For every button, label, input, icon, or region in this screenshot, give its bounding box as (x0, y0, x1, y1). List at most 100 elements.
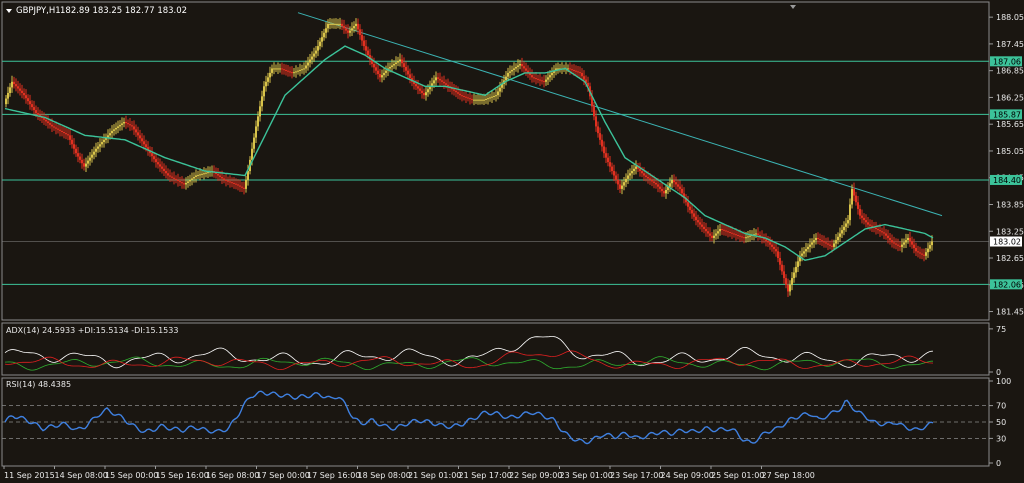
candle-body (643, 173, 645, 176)
candle-body (687, 202, 689, 207)
candle-body (177, 179, 179, 182)
candle-body (497, 91, 499, 96)
candle-body (517, 65, 519, 67)
candle-body (273, 68, 275, 70)
candle-body (241, 186, 243, 188)
candle-body (611, 166, 613, 172)
candle-body (609, 162, 611, 167)
candle-body (471, 98, 473, 100)
candle-body (165, 171, 167, 174)
candle-body (675, 182, 677, 185)
candle-body (305, 65, 307, 69)
candle-body (195, 175, 197, 177)
candle-body (311, 56, 313, 60)
candle-body (747, 236, 749, 238)
candle-body (393, 63, 395, 66)
candle-body (875, 227, 877, 230)
candle-body (797, 261, 799, 267)
candle-body (191, 178, 193, 180)
level-badge-label: 182.06 (993, 280, 1021, 289)
candle-body (615, 175, 617, 180)
candle-body (711, 235, 713, 238)
price-tick-label: 186.25 (996, 93, 1024, 102)
candle-body (341, 23, 343, 27)
time-tick-label: 27 Sep 18:00 (762, 471, 815, 480)
candle-body (427, 89, 429, 93)
candle-body (61, 130, 63, 133)
candle-body (877, 229, 879, 231)
candle-body (737, 234, 739, 236)
candle-body (409, 74, 411, 79)
candle-body (407, 70, 409, 75)
candle-body (221, 176, 223, 179)
candle-body (469, 98, 471, 100)
candle-body (521, 63, 523, 67)
candle-body (325, 28, 327, 33)
candle-body (777, 251, 779, 259)
candle-body (891, 240, 893, 243)
candle-body (271, 68, 273, 73)
time-tick-label: 14 Sep 08:00 (55, 471, 108, 480)
candle-body (89, 157, 91, 161)
time-tick-label: 15 Sep 16:00 (156, 471, 209, 480)
candle-body (461, 95, 463, 97)
candle-body (169, 175, 171, 177)
candle-body (573, 69, 575, 71)
candle-body (319, 41, 321, 47)
candle-body (669, 183, 671, 187)
candle-body (261, 96, 263, 107)
candle-body (627, 175, 629, 179)
candle-body (681, 188, 683, 194)
candle-body (617, 179, 619, 185)
candle-body (189, 179, 191, 182)
candle-body (255, 126, 257, 138)
candle-body (715, 233, 717, 236)
candle-body (135, 129, 137, 133)
candle-body (857, 202, 859, 209)
candle-body (9, 87, 11, 93)
current-price-label: 183.02 (993, 238, 1021, 247)
candle-body (103, 139, 105, 143)
candle-body (923, 254, 925, 256)
candle-body (295, 71, 297, 73)
candle-body (425, 92, 427, 96)
candle-body (483, 99, 485, 101)
candle-body (223, 178, 225, 180)
candle-body (869, 224, 871, 226)
candle-body (853, 188, 855, 196)
candle-body (397, 61, 399, 63)
candle-body (197, 174, 199, 176)
candle-body (365, 46, 367, 51)
candle-body (321, 37, 323, 42)
candle-body (35, 110, 37, 114)
candle-body (635, 166, 637, 169)
candle-body (217, 174, 219, 176)
price-tick-label: 181.45 (996, 308, 1024, 317)
candle-body (91, 154, 93, 158)
candle-body (793, 272, 795, 279)
candle-body (353, 26, 355, 29)
candle-body (111, 130, 113, 134)
candle-body (745, 237, 747, 239)
candle-body (661, 188, 663, 192)
time-tick-label: 21 Sep 17:00 (459, 471, 512, 480)
candle-body (293, 72, 295, 74)
candle-body (775, 249, 777, 252)
candle-body (125, 121, 127, 124)
candle-body (323, 32, 325, 38)
candle-body (55, 127, 57, 129)
candle-body (145, 144, 147, 148)
candle-body (5, 98, 7, 105)
candle-body (727, 231, 729, 233)
candle-body (417, 86, 419, 89)
candle-body (641, 171, 643, 174)
candle-body (599, 133, 601, 140)
candle-body (377, 70, 379, 75)
candle-body (879, 230, 881, 232)
candle-body (71, 139, 73, 145)
candle-body (467, 97, 469, 99)
candle-body (33, 107, 35, 111)
candle-body (171, 176, 173, 178)
candle-body (619, 184, 621, 189)
candle-body (511, 69, 513, 72)
